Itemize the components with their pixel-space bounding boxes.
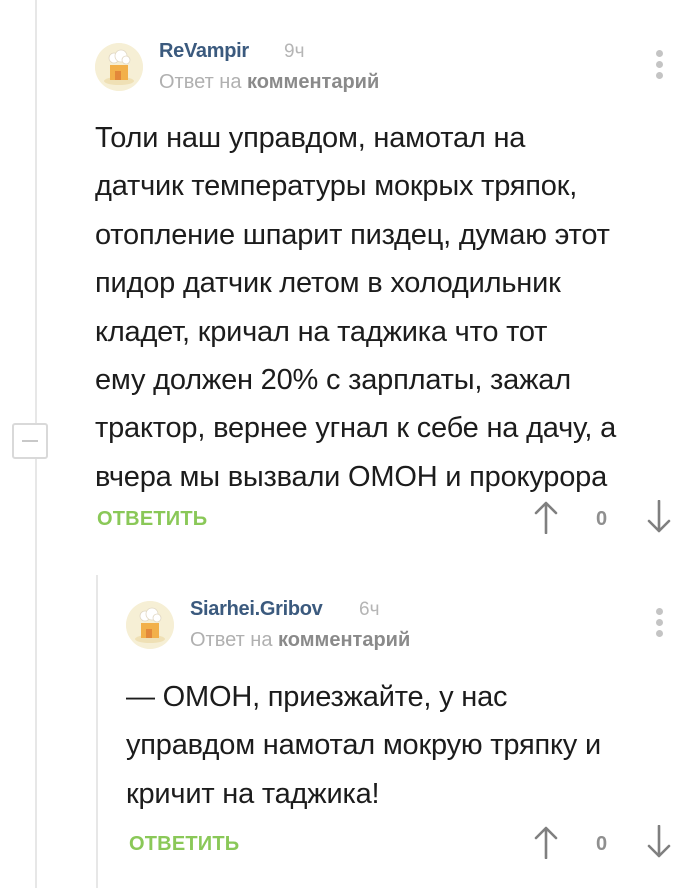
menu-dot <box>656 630 663 637</box>
reply-to-link[interactable]: комментарий <box>278 629 410 651</box>
comment-time: 6ч <box>359 599 380 620</box>
reply-to-prefix: Ответ на <box>190 629 273 651</box>
arrow-up-icon <box>534 826 558 859</box>
arrow-down-icon <box>647 825 671 858</box>
comment-author[interactable]: Siarhei.Gribov <box>190 598 323 621</box>
default-avatar-icon <box>126 601 174 649</box>
vertical-dots-icon <box>656 608 663 615</box>
vote-down-button[interactable] <box>646 825 672 859</box>
reply-to-line: Ответ на комментарий <box>190 629 410 652</box>
comment-menu-button[interactable] <box>654 608 664 638</box>
avatar[interactable] <box>126 601 174 649</box>
reply-button[interactable]: ОТВЕТИТЬ <box>129 833 239 856</box>
comment-reply: Siarhei.Gribov 6ч Ответ на комментарий —… <box>0 0 700 888</box>
vote-up-button[interactable] <box>533 825 559 859</box>
menu-dot <box>656 619 663 626</box>
comment-score: 0 <box>596 833 608 855</box>
comment-text: — ОМОН, приезжайте, у нас управдом намот… <box>126 681 601 810</box>
